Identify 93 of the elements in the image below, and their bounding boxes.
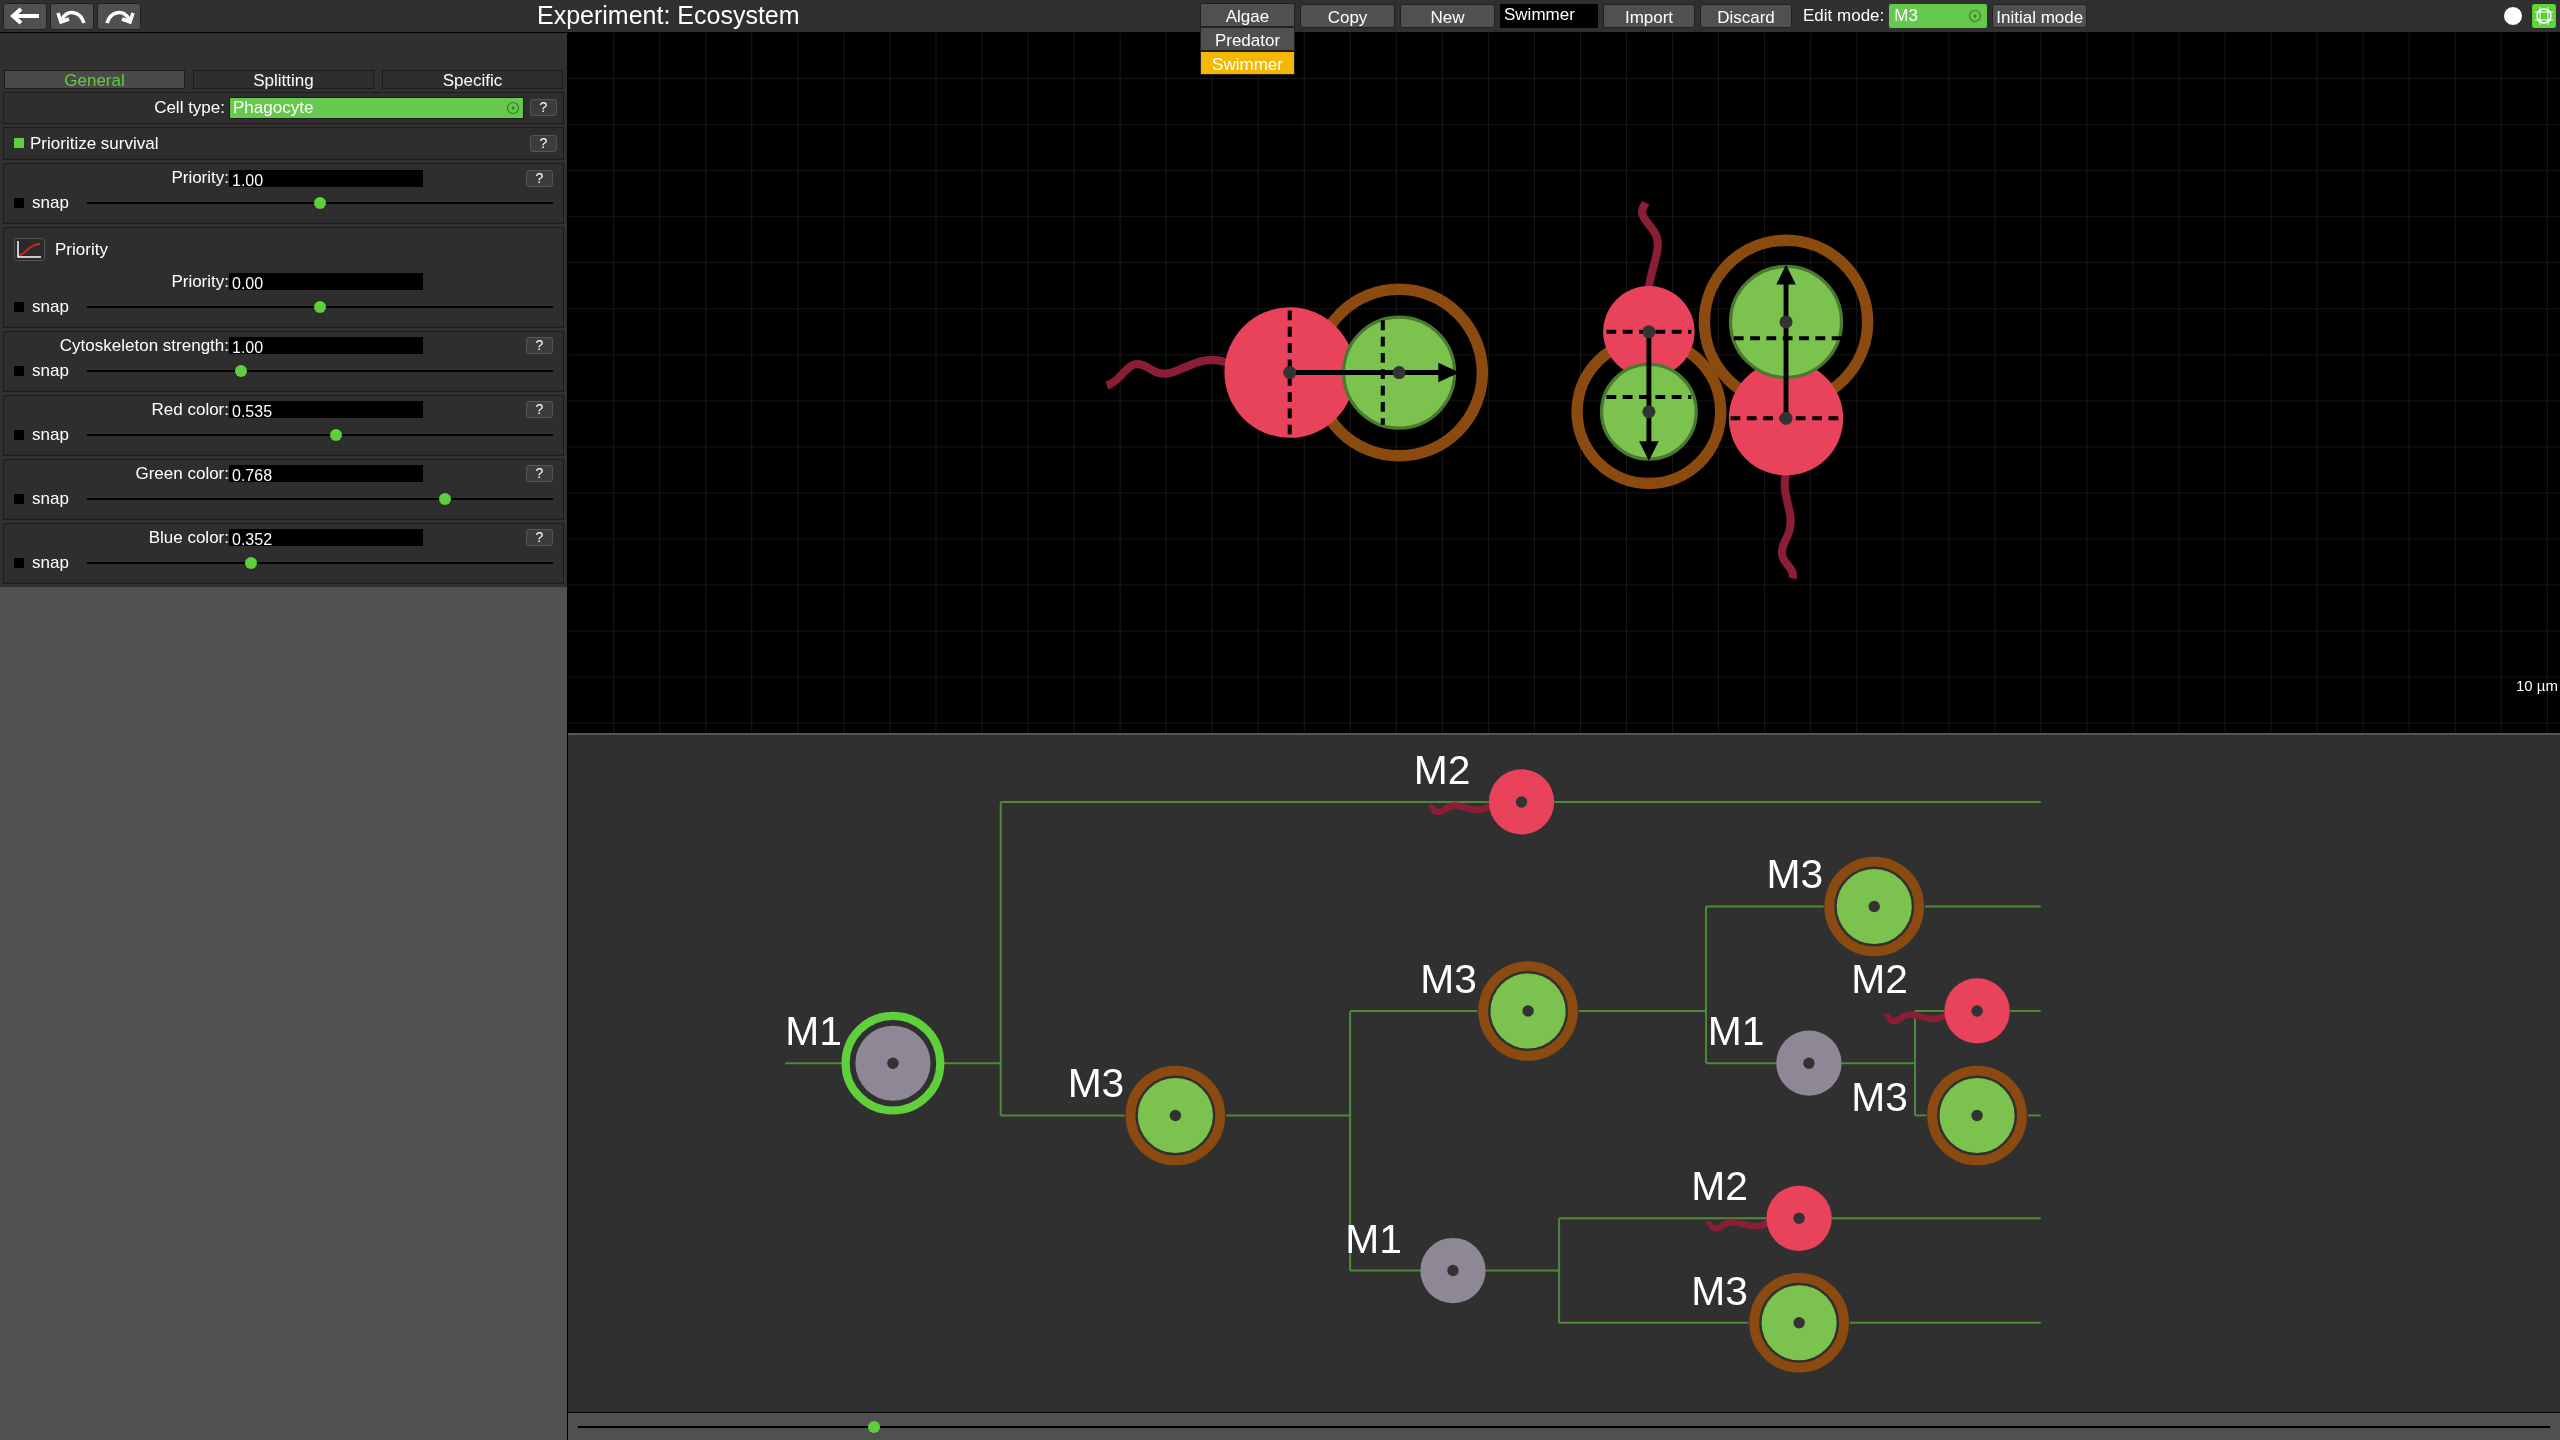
checkbox[interactable] [14,557,24,568]
slider[interactable] [86,300,553,313]
slider[interactable] [86,492,553,505]
genome-option[interactable]: Predator [1200,27,1295,51]
field-label: Cytoskeleton strength: [58,334,229,357]
cell-node[interactable] [1420,1237,1486,1304]
redo-icon[interactable] [97,2,141,30]
cell-node[interactable] [1749,1273,1849,1373]
undo-icon[interactable] [50,2,94,30]
mode-label: M3 [1691,1267,1749,1314]
mode-label: M3 [1851,1073,1909,1120]
target-icon [506,100,520,115]
mode-label: M3 [1420,956,1477,1002]
field-label: Red color: [150,398,229,421]
genome-option[interactable]: Algae [1200,3,1295,27]
slider-thumb[interactable] [438,492,451,505]
slider-thumb[interactable] [313,300,326,313]
toolbar-button[interactable]: Copy [1300,4,1395,28]
help-button[interactable]: ? [526,529,553,546]
slider-thumb[interactable] [867,1420,880,1433]
slider[interactable] [86,197,553,209]
field-label: Blue color: [147,526,229,549]
section-title: Priority [55,239,108,261]
cell-node[interactable] [1125,1065,1226,1166]
mode-label: M1 [785,1008,842,1055]
branch-line [2026,1114,2042,1117]
branch-line [2008,1009,2042,1012]
cell-node[interactable] [1927,1065,2027,1166]
mode-label: M2 [1851,956,1909,1002]
scale-label: 10 µm [2516,675,2558,696]
edit-mode-label: Edit mode: [1803,5,1885,28]
mode-label: M3 [1067,1060,1125,1107]
value-field[interactable]: 0.00 [229,273,423,290]
mode-label: M3 [1766,851,1824,898]
branch-line [784,1062,844,1065]
slider-thumb[interactable] [330,428,343,441]
value-field[interactable]: 0.535 [229,401,423,418]
toolbar-button[interactable]: Import [1603,4,1695,28]
slider[interactable] [578,1420,2550,1433]
mode-label: M1 [1707,1008,1765,1055]
panel-tab[interactable]: Specific [382,70,563,89]
cell-node[interactable] [1776,1030,1842,1096]
help-button[interactable]: ? [526,401,553,418]
toolbar-button[interactable]: New [1400,4,1495,28]
organism-drawing[interactable] [1105,283,1489,462]
field-label: Priority: [170,270,229,293]
field-label: Priority: [170,167,229,190]
name-field[interactable]: Swimmer [1500,4,1598,28]
snap-label: snap [32,552,69,573]
cell-node[interactable] [1824,856,1924,957]
field-label: Green color: [134,462,229,485]
snap-label: snap [32,424,69,445]
mode-label: M2 [1691,1163,1749,1210]
checkbox[interactable] [14,429,24,440]
snap-label: snap [32,360,69,381]
cell-node[interactable] [1478,961,1578,1061]
slider[interactable] [86,364,553,377]
value-field[interactable]: 1.00 [229,169,423,187]
checkbox[interactable] [14,365,24,376]
organism-drawing[interactable] [1571,200,1874,579]
grid-view-icon[interactable] [2531,3,2557,29]
checkbox[interactable] [14,493,24,504]
value-field[interactable]: 0.352 [229,529,423,546]
curve-icon[interactable] [14,238,45,262]
cell-node[interactable] [841,1011,945,1115]
slider[interactable] [86,556,553,569]
checkbox[interactable] [14,198,24,208]
help-button[interactable]: ? [530,134,557,152]
help-button[interactable]: ? [526,337,553,354]
target-icon [1968,9,1983,23]
initial-mode-button[interactable]: Initial mode [1992,4,2088,28]
help-button[interactable]: ? [526,465,553,482]
mode-label: M2 [1413,747,1471,793]
checkbox[interactable] [14,138,24,149]
window-title: Experiment: Ecosystem [537,0,801,32]
snap-label: snap [32,296,69,317]
snap-label: snap [32,488,69,509]
toolbar-button[interactable]: Discard [1700,4,1792,28]
field-label: Cell type: [153,97,226,119]
slider[interactable] [86,428,553,441]
slider-thumb[interactable] [234,364,247,377]
slider-thumb[interactable] [313,197,326,209]
panel-tab[interactable]: Splitting [193,70,374,89]
slider-thumb[interactable] [244,556,257,569]
panel-tab[interactable]: General [4,70,185,89]
help-button[interactable]: ? [526,169,553,187]
value-field[interactable]: 0.768 [229,465,423,482]
checkbox[interactable] [14,301,24,312]
snap-label: snap [32,193,69,213]
mode-label: M1 [1345,1215,1402,1262]
value-field[interactable]: 1.00 [229,337,423,354]
option-label: Prioritize survival [30,132,159,155]
help-button[interactable]: ? [530,99,557,117]
